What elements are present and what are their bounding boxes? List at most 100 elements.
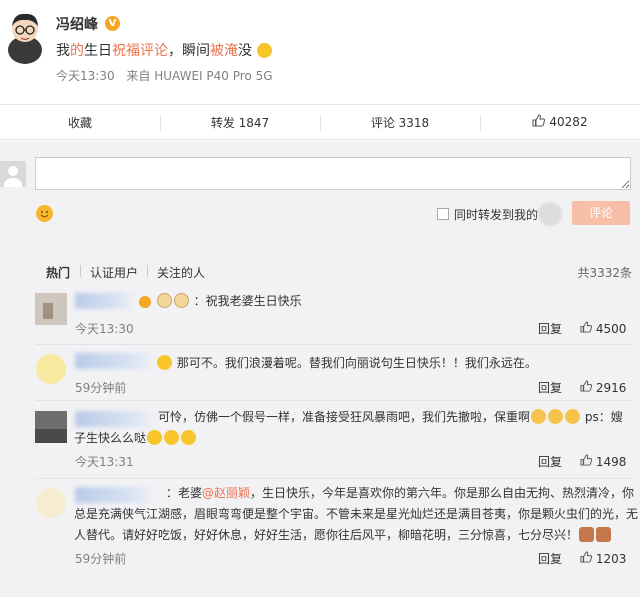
post-source: 来自 HUAWEI P40 Pro 5G <box>126 69 273 83</box>
verified-badge-icon <box>139 296 151 308</box>
post-time[interactable]: 今天13:30 <box>56 69 115 83</box>
comment-list: ：祝我老婆生日快乐 今天13:30 回复 4500 那可不。我们浪漫着呢。替我们… <box>0 287 640 597</box>
tab-divider <box>80 265 81 277</box>
comment-like-button[interactable]: 2916 <box>580 380 626 395</box>
laughing-emoji-icon <box>257 43 273 58</box>
repost-label: 转发 1847 <box>210 115 270 130</box>
comment-body: ：老婆 <box>166 486 203 500</box>
my-avatar <box>0 161 26 187</box>
comment-like-button[interactable]: 1498 <box>580 454 626 469</box>
tab-hot[interactable]: 热门 <box>46 264 70 281</box>
comment-time: 59分钟前 <box>75 552 127 566</box>
commenter-avatar[interactable] <box>35 293 67 325</box>
comment-input[interactable] <box>35 157 631 190</box>
comment-like-count: 4500 <box>595 322 627 336</box>
comment-button[interactable]: 评论 3318 <box>320 105 480 139</box>
crying-emoji-icon <box>565 409 581 424</box>
action-bar: 收藏 转发 1847 评论 3318 40282 <box>0 104 640 140</box>
comment-label: 评论 3318 <box>370 115 430 130</box>
repost-target-avatar <box>538 202 562 226</box>
repost-checkbox-label: 同时转发到我的 <box>454 208 539 222</box>
crying-emoji-icon <box>548 409 564 424</box>
comment-text: 可怜，仿佛一个假号一样，准备接受狂风暴雨吧，我们先撤啦，保重啊 ps：嫂 <box>158 407 636 428</box>
comment-time: 今天13:31 <box>75 455 134 469</box>
comment-time: 59分钟前 <box>75 381 127 395</box>
comment-body: 可怜，仿佛一个假号一样，准备接受狂风暴雨吧，我们先撤啦，保重啊 <box>158 410 531 424</box>
repost-checkbox[interactable] <box>437 208 449 220</box>
author-name[interactable]: 冯绍峰 <box>56 14 98 34</box>
comment-body: 那可不。我们浪漫着呢。替我们向丽说句生日快乐！！我们永远在。 <box>176 356 537 370</box>
list-item: 那可不。我们浪漫着呢。替我们向丽说句生日快乐！！我们永远在。 59分钟前 回复 … <box>0 345 640 401</box>
smile-emoji-icon <box>181 430 197 445</box>
commenter-avatar[interactable] <box>35 411 67 443</box>
smile-emoji-icon <box>164 430 180 445</box>
post-text-part: 没 <box>238 43 252 59</box>
thumbs-up-icon <box>580 380 593 395</box>
comment-like-count: 1203 <box>595 552 627 566</box>
dog-emoji-icon <box>173 293 189 308</box>
favorite-button[interactable]: 收藏 <box>0 105 160 139</box>
comment-like-count: 2916 <box>595 381 627 395</box>
comment-text-line: 人替代。请好好吃饭，好好休息，好好生活，愿你往后风平，柳暗花明，三分惊喜，七分尽… <box>74 525 612 546</box>
reply-button[interactable]: 回复 <box>538 453 562 470</box>
author-avatar[interactable] <box>6 10 44 64</box>
dog-emoji-icon <box>156 293 172 308</box>
commenter-name[interactable] <box>75 293 135 309</box>
post-text-part: ，瞬间 <box>168 43 210 59</box>
cake-emoji-icon <box>596 527 612 542</box>
post-text-part: 的 <box>70 43 84 59</box>
thumbs-up-icon <box>580 454 593 469</box>
cake-emoji-icon <box>579 527 595 542</box>
comment-like-button[interactable]: 1203 <box>580 551 626 566</box>
comment-body: 子生快么么哒 <box>74 431 147 445</box>
favorite-label: 收藏 <box>67 115 92 130</box>
reply-button[interactable]: 回复 <box>538 550 562 567</box>
post-meta: 今天13:30 来自 HUAWEI P40 Pro 5G <box>56 67 281 84</box>
commenter-name[interactable] <box>75 353 155 369</box>
comment-like-button[interactable]: 4500 <box>580 321 626 336</box>
smirk-emoji-icon <box>157 355 172 370</box>
post-text-part: 我 <box>56 43 70 59</box>
weibo-post: 冯绍峰 V 我的生日祝福评论，瞬间被淹没 今天13:30 来自 HUAWEI P… <box>0 0 640 104</box>
thumbs-up-icon <box>532 114 546 130</box>
reply-button[interactable]: 回复 <box>538 379 562 396</box>
comment-text: 那可不。我们浪漫着呢。替我们向丽说句生日快乐！！我们永远在。 <box>156 353 537 374</box>
comment-body: ，生日快乐，今年是喜欢你的第六年。你是那么自由无拘、热烈清冷，你 <box>250 486 635 500</box>
comment-body: 总是充满侠气江湖感，眉眼弯弯便是整个宇宙。不管未来是星光灿烂还是满目苍夷，你是颗… <box>74 507 639 521</box>
commenter-name[interactable] <box>75 411 155 427</box>
thumbs-up-icon <box>580 321 593 336</box>
comment-time: 今天13:30 <box>75 322 134 336</box>
verified-badge-icon: V <box>105 16 120 31</box>
list-item: ：老婆@赵丽颖，生日快乐，今年是喜欢你的第六年。你是那么自由无拘、热烈清冷，你 … <box>0 479 640 597</box>
reply-button[interactable]: 回复 <box>538 320 562 337</box>
emoji-picker-icon[interactable] <box>36 205 53 222</box>
post-text-part: 被淹 <box>210 43 238 59</box>
post-text-part: 祝福评论 <box>112 43 168 59</box>
like-button[interactable]: 40282 <box>480 105 640 139</box>
thumbs-up-icon <box>580 551 593 566</box>
comment-total: 共3332条 <box>577 266 632 280</box>
commenter-name[interactable] <box>75 487 155 503</box>
mention-link[interactable]: @赵丽颖 <box>202 486 250 500</box>
commenter-avatar[interactable] <box>35 487 67 519</box>
comment-body: 人替代。请好好吃饭，好好休息，好好生活，愿你往后风平，柳暗花明，三分惊喜，七分尽… <box>74 528 579 542</box>
repost-button[interactable]: 转发 1847 <box>160 105 320 139</box>
commenter-avatar[interactable] <box>35 353 67 385</box>
crying-emoji-icon <box>531 409 547 424</box>
list-item: ：祝我老婆生日快乐 今天13:30 回复 4500 <box>0 287 640 345</box>
comment-body-tail: ps：嫂 <box>584 410 623 424</box>
comment-text-line: 总是充满侠气江湖感，眉眼弯弯便是整个宇宙。不管未来是星光灿烂还是满目苍夷，你是颗… <box>74 504 638 525</box>
comment-text: ：祝我老婆生日快乐 <box>138 291 302 312</box>
comment-text: ：老婆@赵丽颖，生日快乐，今年是喜欢你的第六年。你是那么自由无拘、热烈清冷，你 <box>166 483 634 504</box>
comment-like-count: 1498 <box>595 455 627 469</box>
tab-verified[interactable]: 认证用户 <box>90 264 138 281</box>
post-text: 我的生日祝福评论，瞬间被淹没 <box>56 40 273 60</box>
tab-divider <box>147 265 148 277</box>
smile-emoji-icon <box>147 430 163 445</box>
comment-text-line: 子生快么么哒 <box>74 428 197 449</box>
tab-following[interactable]: 关注的人 <box>157 264 205 281</box>
comment-filter-tabs: 热门 认证用户 关注的人 共3332条 <box>0 251 640 287</box>
post-text-part: 生日 <box>84 43 112 59</box>
submit-comment-button[interactable]: 评论 <box>572 201 630 225</box>
list-item: 可怜，仿佛一个假号一样，准备接受狂风暴雨吧，我们先撤啦，保重啊 ps：嫂 子生快… <box>0 401 640 479</box>
